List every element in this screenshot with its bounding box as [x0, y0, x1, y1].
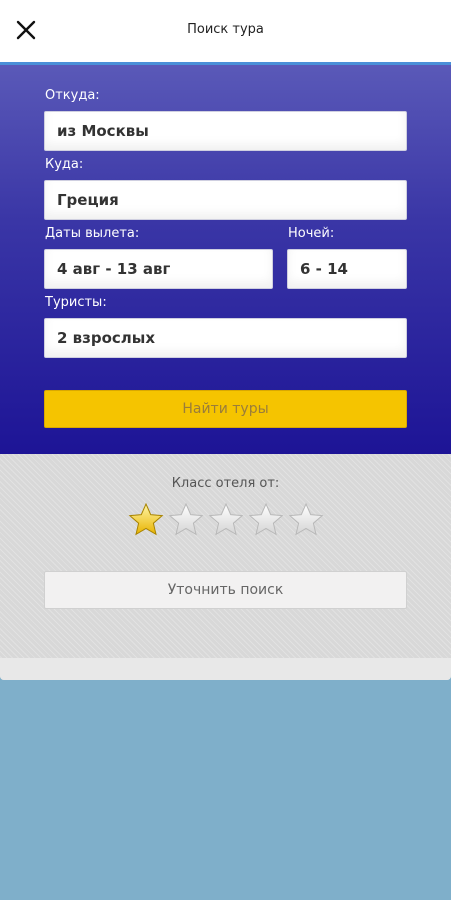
star-icon-1[interactable] [128, 502, 164, 538]
panel-bottom-strip [0, 658, 451, 680]
page-title: Поиск тура [187, 22, 264, 37]
hotel-class-stars [128, 502, 324, 538]
tourists-field[interactable]: 2 взрослых [44, 318, 407, 358]
dates-label: Даты вылета: [45, 226, 140, 241]
find-tours-button[interactable]: Найти туры [44, 390, 407, 428]
to-field[interactable]: Греция [44, 180, 407, 220]
star-icon-5[interactable] [288, 502, 324, 538]
to-label: Куда: [45, 157, 84, 172]
dates-value: 4 авг - 13 авг [57, 260, 171, 278]
to-value: Греция [57, 191, 119, 209]
nights-value: 6 - 14 [300, 260, 348, 278]
nights-label: Ночей: [288, 226, 335, 241]
hotel-class-label: Класс отеля от: [171, 476, 280, 491]
top-bar: Поиск тура [0, 0, 451, 62]
tourists-value: 2 взрослых [57, 329, 156, 347]
star-icon-4[interactable] [248, 502, 284, 538]
filter-panel: Класс отеля от: Уточнить поиск [0, 454, 451, 680]
from-label: Откуда: [45, 88, 100, 103]
nights-field[interactable]: 6 - 14 [287, 249, 407, 289]
from-value: из Москвы [57, 122, 149, 140]
star-icon-3[interactable] [208, 502, 244, 538]
refine-search-button[interactable]: Уточнить поиск [44, 571, 407, 609]
tourists-label: Туристы: [45, 295, 107, 310]
dates-field[interactable]: 4 авг - 13 авг [44, 249, 273, 289]
star-icon-2[interactable] [168, 502, 204, 538]
from-field[interactable]: из Москвы [44, 111, 407, 151]
search-form-panel: Откуда: из Москвы Куда: Греция Даты выле… [0, 62, 451, 454]
